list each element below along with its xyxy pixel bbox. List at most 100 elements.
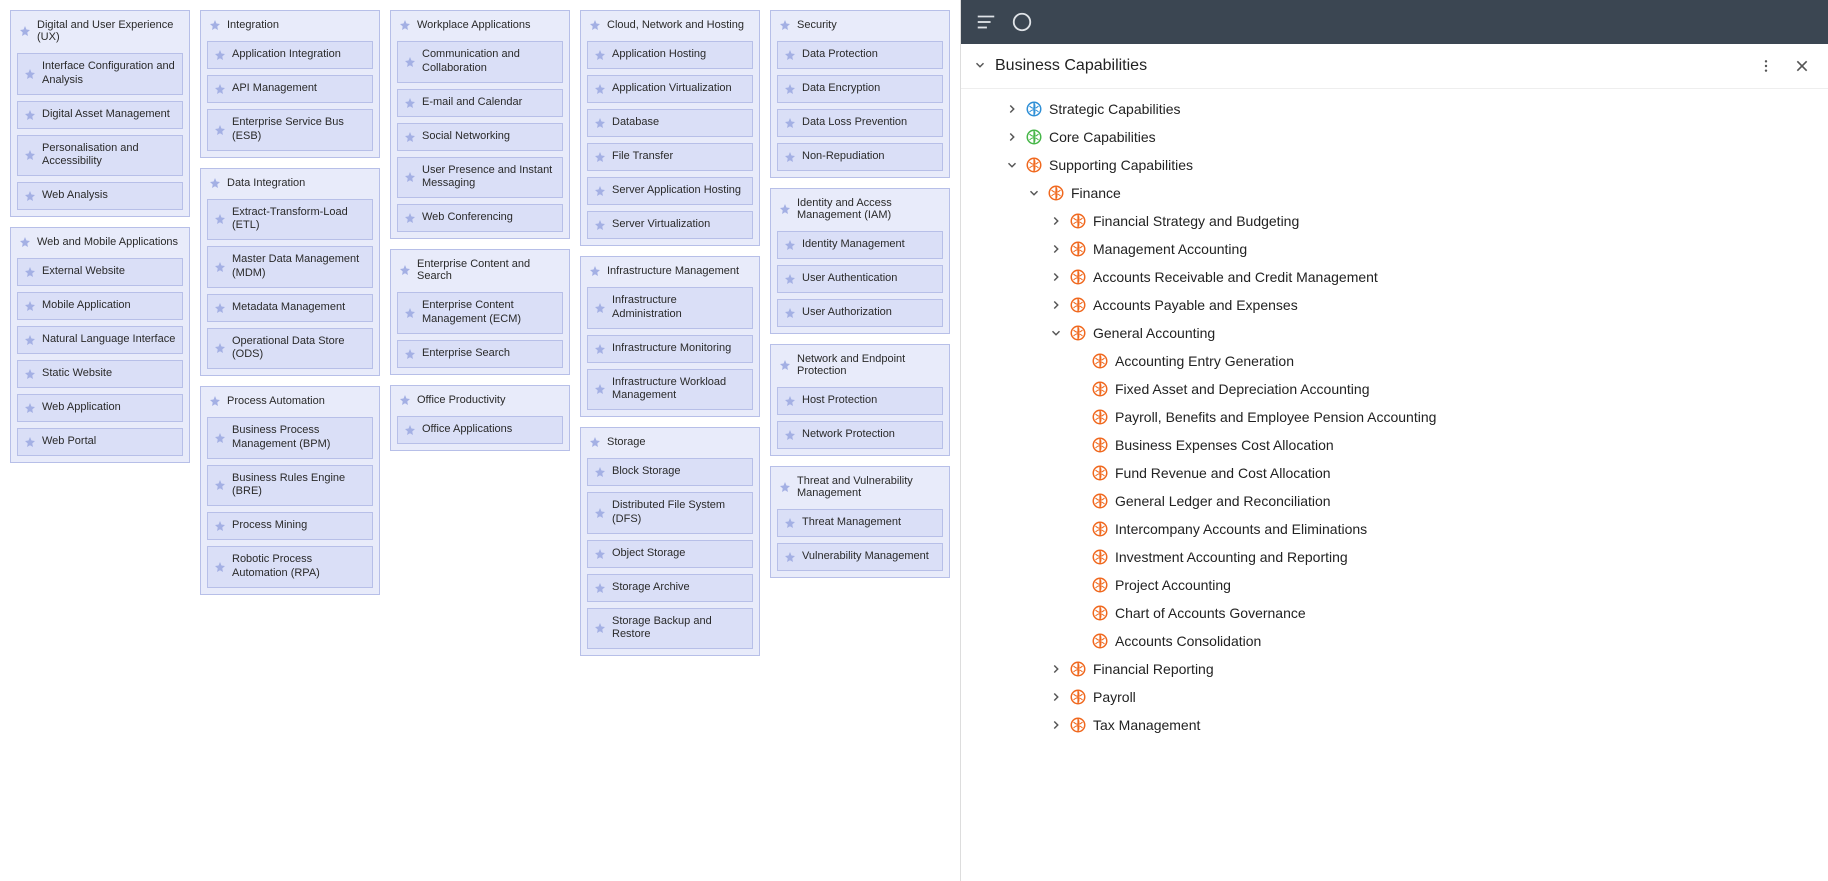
- capability-card[interactable]: Data Encryption: [777, 75, 943, 103]
- capability-card[interactable]: Natural Language Interface: [17, 326, 183, 354]
- chevron-right-icon[interactable]: [1049, 270, 1063, 284]
- tree-node[interactable]: General Accounting: [971, 319, 1818, 347]
- capability-card[interactable]: Data Loss Prevention: [777, 109, 943, 137]
- close-icon[interactable]: [1788, 52, 1816, 80]
- capability-card[interactable]: Master Data Management (MDM): [207, 246, 373, 288]
- capability-card[interactable]: User Presence and Instant Messaging: [397, 157, 563, 199]
- capability-card[interactable]: Web Analysis: [17, 182, 183, 210]
- tree-node[interactable]: Accounting Entry Generation: [971, 347, 1818, 375]
- capability-card[interactable]: Object Storage: [587, 540, 753, 568]
- tree-node[interactable]: Payroll, Benefits and Employee Pension A…: [971, 403, 1818, 431]
- capability-group-header[interactable]: Cloud, Network and Hosting: [587, 17, 753, 35]
- tree-node[interactable]: Financial Strategy and Budgeting: [971, 207, 1818, 235]
- capability-group-header[interactable]: Enterprise Content and Search: [397, 256, 563, 286]
- tree-node[interactable]: Management Accounting: [971, 235, 1818, 263]
- capability-card[interactable]: Identity Management: [777, 231, 943, 259]
- capability-card[interactable]: File Transfer: [587, 143, 753, 171]
- tree-node[interactable]: Accounts Payable and Expenses: [971, 291, 1818, 319]
- tree-node[interactable]: Tax Management: [971, 711, 1818, 739]
- circle-icon[interactable]: [1011, 11, 1033, 33]
- tree-node[interactable]: General Ledger and Reconciliation: [971, 487, 1818, 515]
- tree-node[interactable]: Fund Revenue and Cost Allocation: [971, 459, 1818, 487]
- tree-node[interactable]: Intercompany Accounts and Eliminations: [971, 515, 1818, 543]
- capability-card[interactable]: Enterprise Search: [397, 340, 563, 368]
- capability-card[interactable]: Storage Archive: [587, 574, 753, 602]
- capability-card[interactable]: Database: [587, 109, 753, 137]
- menu-icon[interactable]: [975, 11, 997, 33]
- tree-node[interactable]: Project Accounting: [971, 571, 1818, 599]
- chevron-right-icon[interactable]: [1005, 102, 1019, 116]
- panel-collapse-icon[interactable]: [973, 58, 987, 75]
- capability-group-header[interactable]: Threat and Vulnerability Management: [777, 473, 943, 503]
- capability-card[interactable]: Extract-Transform-Load (ETL): [207, 199, 373, 241]
- capability-card[interactable]: Distributed File System (DFS): [587, 492, 753, 534]
- capability-card[interactable]: User Authorization: [777, 299, 943, 327]
- capability-card[interactable]: Static Website: [17, 360, 183, 388]
- capability-group-header[interactable]: Workplace Applications: [397, 17, 563, 35]
- chevron-down-icon[interactable]: [1005, 158, 1019, 172]
- tree-node[interactable]: Chart of Accounts Governance: [971, 599, 1818, 627]
- capability-card[interactable]: Business Rules Engine (BRE): [207, 465, 373, 507]
- kebab-menu-icon[interactable]: [1752, 52, 1780, 80]
- capability-card[interactable]: Application Integration: [207, 41, 373, 69]
- chevron-right-icon[interactable]: [1049, 662, 1063, 676]
- capability-card[interactable]: Infrastructure Administration: [587, 287, 753, 329]
- tree-node[interactable]: Accounts Consolidation: [971, 627, 1818, 655]
- capability-group-header[interactable]: Data Integration: [207, 175, 373, 193]
- tree-node[interactable]: Strategic Capabilities: [971, 95, 1818, 123]
- capability-card[interactable]: Communication and Collaboration: [397, 41, 563, 83]
- capability-group-header[interactable]: Identity and Access Management (IAM): [777, 195, 943, 225]
- capability-card[interactable]: Robotic Process Automation (RPA): [207, 546, 373, 588]
- chevron-right-icon[interactable]: [1049, 298, 1063, 312]
- chevron-down-icon[interactable]: [1027, 186, 1041, 200]
- capability-card[interactable]: Web Conferencing: [397, 204, 563, 232]
- tree-node[interactable]: Accounts Receivable and Credit Managemen…: [971, 263, 1818, 291]
- capability-group-header[interactable]: Process Automation: [207, 393, 373, 411]
- capability-card[interactable]: Metadata Management: [207, 294, 373, 322]
- capability-card[interactable]: Infrastructure Monitoring: [587, 335, 753, 363]
- capability-card[interactable]: Server Application Hosting: [587, 177, 753, 205]
- capability-card[interactable]: Office Applications: [397, 416, 563, 444]
- capability-card[interactable]: User Authentication: [777, 265, 943, 293]
- capability-card[interactable]: Enterprise Service Bus (ESB): [207, 109, 373, 151]
- capability-group-header[interactable]: Digital and User Experience (UX): [17, 17, 183, 47]
- capability-group-header[interactable]: Network and Endpoint Protection: [777, 351, 943, 381]
- capability-card[interactable]: Personalisation and Accessibility: [17, 135, 183, 177]
- capability-card[interactable]: Host Protection: [777, 387, 943, 415]
- tree-node[interactable]: Financial Reporting: [971, 655, 1818, 683]
- capability-group-header[interactable]: Storage: [587, 434, 753, 452]
- capability-card[interactable]: Enterprise Content Management (ECM): [397, 292, 563, 334]
- capability-card[interactable]: Web Application: [17, 394, 183, 422]
- capability-card[interactable]: Infrastructure Workload Management: [587, 369, 753, 411]
- capability-group-header[interactable]: Security: [777, 17, 943, 35]
- capability-card[interactable]: Block Storage: [587, 458, 753, 486]
- chevron-right-icon[interactable]: [1049, 214, 1063, 228]
- capability-card[interactable]: Operational Data Store (ODS): [207, 328, 373, 370]
- chevron-right-icon[interactable]: [1049, 242, 1063, 256]
- capability-card[interactable]: Web Portal: [17, 428, 183, 456]
- capability-card[interactable]: Social Networking: [397, 123, 563, 151]
- capability-card[interactable]: Digital Asset Management: [17, 101, 183, 129]
- capability-group-header[interactable]: Web and Mobile Applications: [17, 234, 183, 252]
- capability-card[interactable]: Server Virtualization: [587, 211, 753, 239]
- capability-card[interactable]: Network Protection: [777, 421, 943, 449]
- capability-group-header[interactable]: Office Productivity: [397, 392, 563, 410]
- capability-group-header[interactable]: Integration: [207, 17, 373, 35]
- capability-card[interactable]: External Website: [17, 258, 183, 286]
- chevron-right-icon[interactable]: [1005, 130, 1019, 144]
- capability-card[interactable]: Interface Configuration and Analysis: [17, 53, 183, 95]
- capability-card[interactable]: Threat Management: [777, 509, 943, 537]
- capability-card[interactable]: Application Hosting: [587, 41, 753, 69]
- capability-card[interactable]: Process Mining: [207, 512, 373, 540]
- tree-node[interactable]: Payroll: [971, 683, 1818, 711]
- tree-node[interactable]: Investment Accounting and Reporting: [971, 543, 1818, 571]
- capability-card[interactable]: Business Process Management (BPM): [207, 417, 373, 459]
- capability-card[interactable]: Application Virtualization: [587, 75, 753, 103]
- capability-card[interactable]: Storage Backup and Restore: [587, 608, 753, 650]
- capability-card[interactable]: Data Protection: [777, 41, 943, 69]
- capability-card[interactable]: Vulnerability Management: [777, 543, 943, 571]
- capability-card[interactable]: Non-Repudiation: [777, 143, 943, 171]
- capability-group-header[interactable]: Infrastructure Management: [587, 263, 753, 281]
- chevron-down-icon[interactable]: [1049, 326, 1063, 340]
- tree-node[interactable]: Fixed Asset and Depreciation Accounting: [971, 375, 1818, 403]
